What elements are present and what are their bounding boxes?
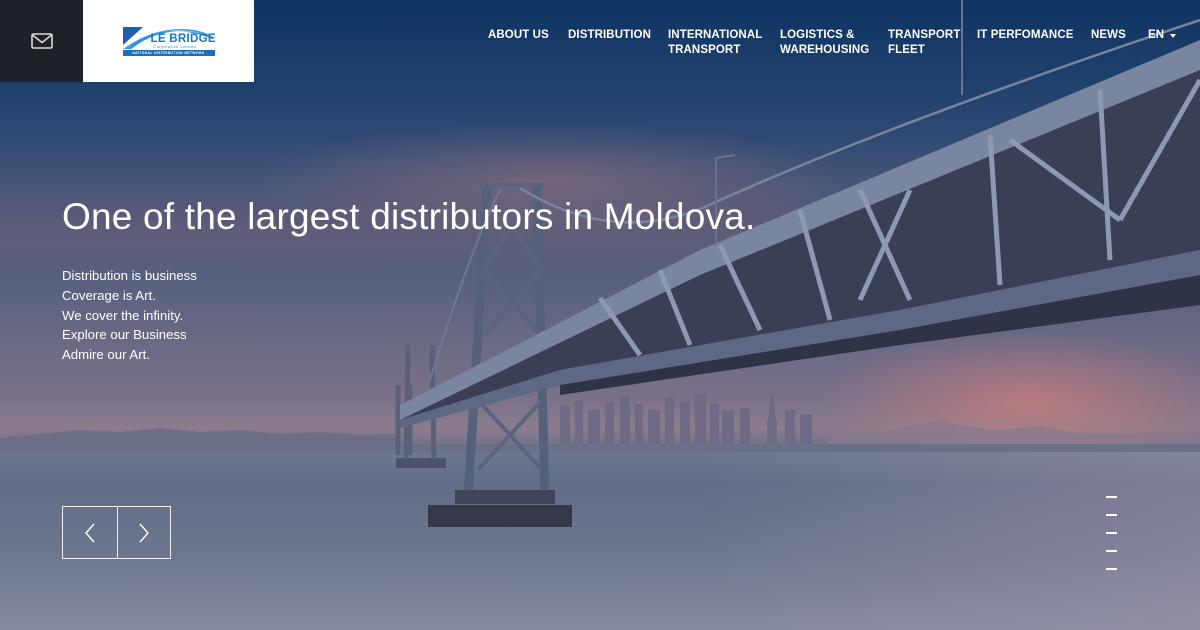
tagline-line: Admire our Art. bbox=[62, 347, 150, 363]
nav-transport-fleet[interactable]: TRANSPORT FLEET bbox=[888, 28, 960, 58]
nav-label: NEWS bbox=[1091, 29, 1126, 41]
nav-label-line2: WAREHOUSING bbox=[780, 44, 870, 56]
tagline-line: Coverage is Art. bbox=[62, 287, 156, 303]
chevron-left-icon bbox=[84, 523, 95, 542]
nav-logistics-warehousing[interactable]: LOGISTICS & WAREHOUSING bbox=[780, 28, 869, 58]
slider-arrows bbox=[62, 506, 171, 559]
nav-label: LOGISTICS & bbox=[780, 29, 855, 41]
nav-about-us[interactable]: ABOUT US bbox=[488, 28, 549, 43]
pager-dot[interactable] bbox=[1106, 568, 1117, 570]
caret-down-icon bbox=[1170, 34, 1177, 38]
language-current: EN bbox=[1148, 29, 1165, 41]
slider-next-button[interactable] bbox=[116, 507, 171, 558]
nav-label: IT PERFOMANCE bbox=[977, 29, 1074, 41]
nav-label: DISTRIBUTION bbox=[568, 29, 651, 41]
slide-pager bbox=[1106, 496, 1118, 586]
language-selector[interactable]: EN bbox=[1148, 28, 1177, 43]
hero-tagline: Distribution is business Coverage is Art… bbox=[62, 266, 197, 365]
nav-label: INTERNATIONAL bbox=[668, 29, 763, 41]
nav-label: TRANSPORT bbox=[888, 29, 961, 41]
hero-headline: One of the largest distributors in Moldo… bbox=[62, 196, 756, 237]
pager-dot[interactable] bbox=[1106, 496, 1117, 498]
nav-label-line2: FLEET bbox=[888, 44, 925, 56]
nav-international-transport[interactable]: INTERNATIONAL TRANSPORT bbox=[668, 28, 762, 58]
nav-it-performance[interactable]: IT PERFOMANCE bbox=[977, 28, 1074, 43]
nav-news[interactable]: NEWS bbox=[1091, 28, 1126, 43]
slider-prev-button[interactable] bbox=[63, 507, 117, 558]
nav-distribution[interactable]: DISTRIBUTION bbox=[568, 28, 651, 43]
tagline-line: Distribution is business bbox=[62, 268, 197, 283]
main-nav: ABOUT US DISTRIBUTION INTERNATIONAL TRAN… bbox=[0, 28, 1200, 68]
tagline-line: We cover the infinity. bbox=[62, 307, 184, 323]
pager-dot[interactable] bbox=[1106, 532, 1117, 534]
chevron-right-icon bbox=[139, 523, 149, 542]
tagline-line: Explore our Business bbox=[62, 327, 187, 343]
pager-dot[interactable] bbox=[1106, 550, 1117, 552]
nav-label-line2: TRANSPORT bbox=[668, 44, 741, 56]
pager-dot[interactable] bbox=[1106, 514, 1117, 516]
nav-label: ABOUT US bbox=[488, 29, 549, 41]
